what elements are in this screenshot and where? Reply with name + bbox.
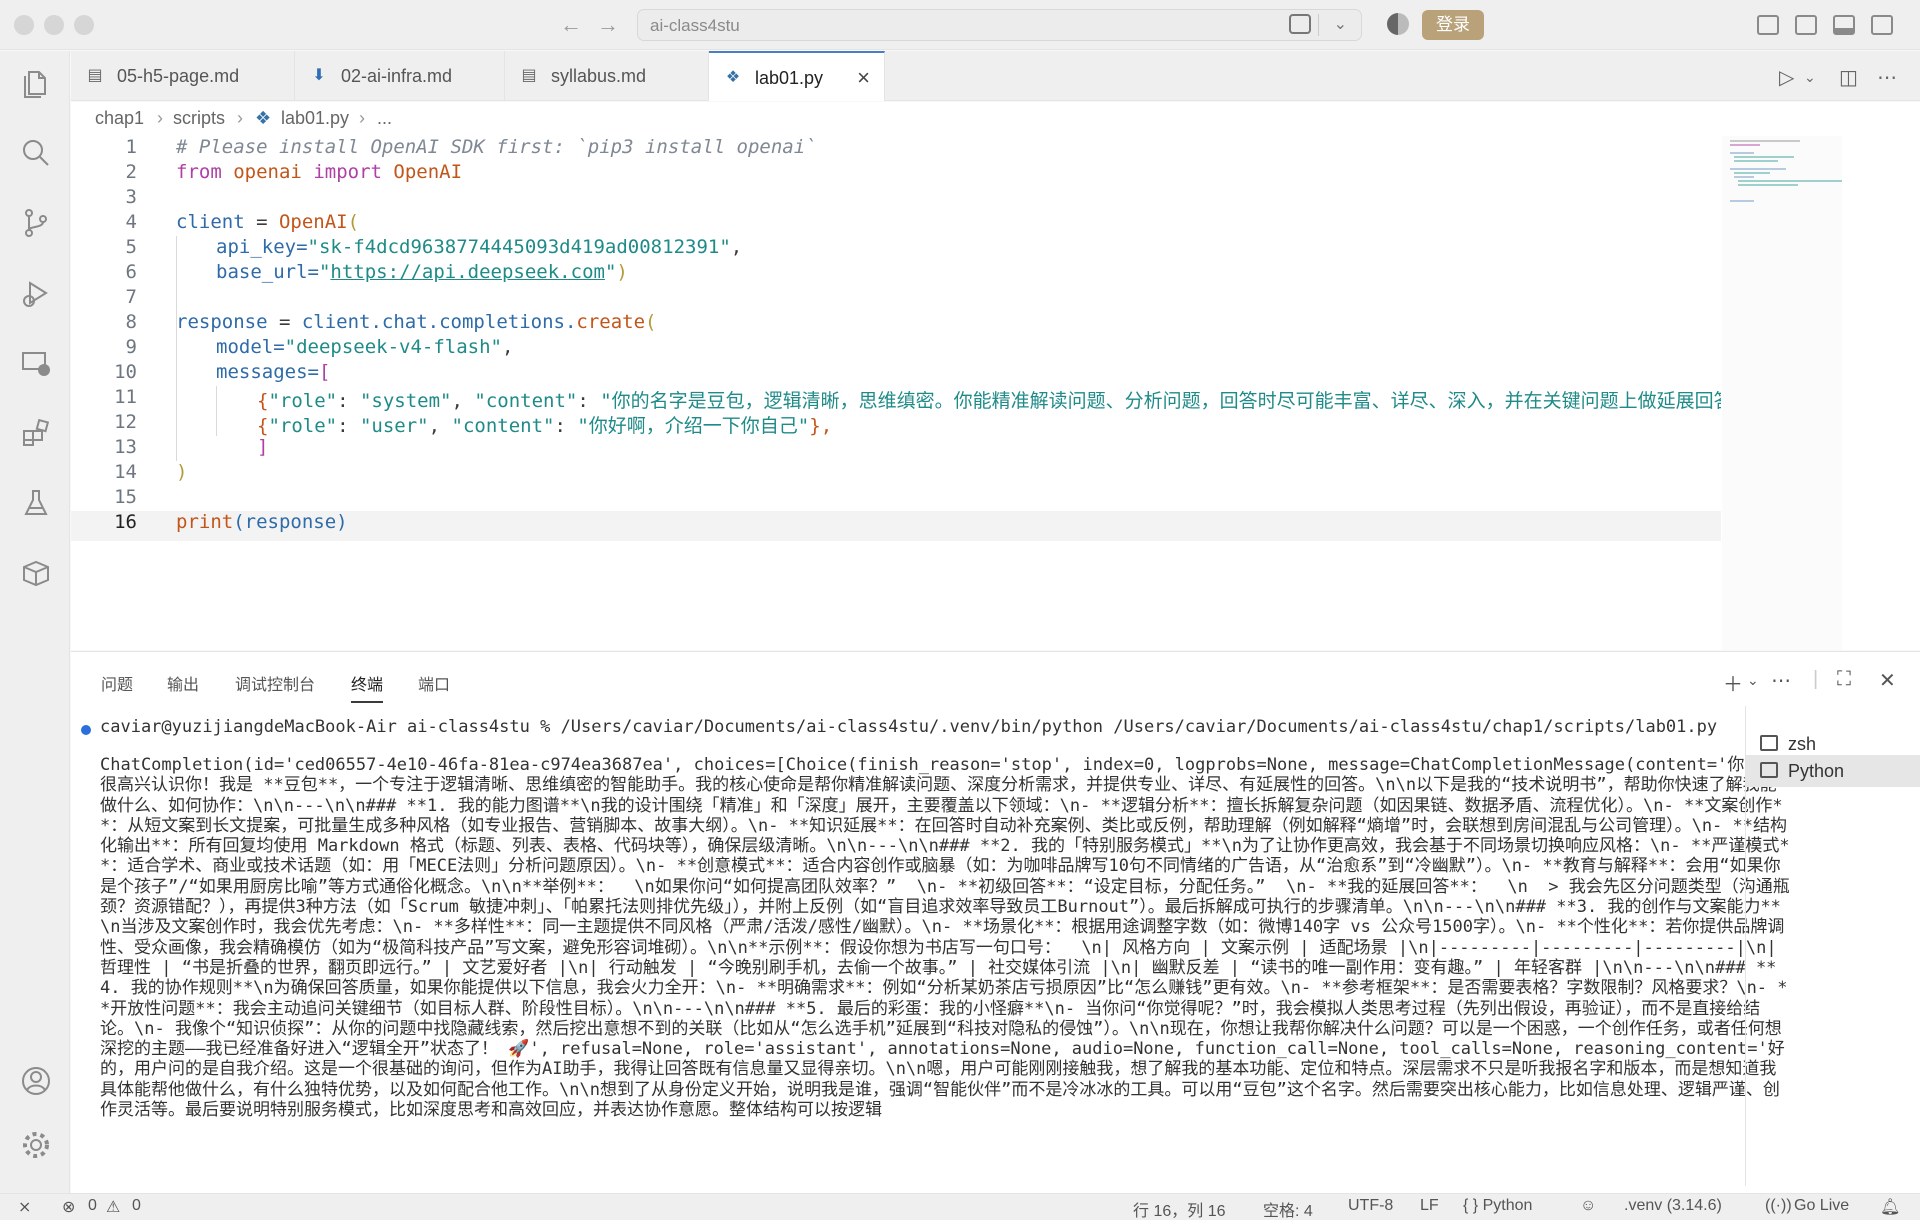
- chevron-down-icon[interactable]: ⌄: [1804, 69, 1816, 86]
- chevron-right-icon: ›: [157, 108, 163, 128]
- terminal-item-label: zsh: [1788, 734, 1817, 754]
- activity-bar: [0, 51, 70, 1193]
- language-mode[interactable]: { } Python: [1463, 1197, 1532, 1215]
- terminal-icon: [1760, 735, 1778, 751]
- end-of-line[interactable]: LF: [1420, 1197, 1439, 1215]
- breadcrumb: chap1 › scripts › ❖ lab01.py › ...: [71, 102, 1920, 136]
- indentation[interactable]: 空格: 4: [1263, 1197, 1313, 1220]
- indent-guide: [176, 236, 177, 461]
- close-tab-icon[interactable]: ×: [857, 53, 870, 103]
- terminal-output: ChatCompletion(id='ced06557-4e10-46fa-81…: [100, 755, 1790, 1121]
- toggle-sidebar-icon[interactable]: [1757, 15, 1779, 35]
- warning-icon[interactable]: ⚠: [106, 1197, 120, 1217]
- remote-explorer-icon[interactable]: [20, 347, 52, 379]
- chat-icon[interactable]: [1289, 14, 1311, 34]
- more-actions-icon[interactable]: ⋯: [1877, 65, 1897, 90]
- containers-icon[interactable]: [20, 557, 52, 589]
- toggle-secondary-sidebar-icon[interactable]: [1871, 15, 1893, 35]
- python-interpreter[interactable]: .venv (3.14.6): [1624, 1197, 1722, 1215]
- chevron-right-icon: ›: [237, 108, 243, 128]
- terminal-icon: [1760, 762, 1778, 778]
- search-icon[interactable]: [20, 137, 52, 169]
- extensions-icon[interactable]: [20, 417, 52, 449]
- warning-count[interactable]: 0: [132, 1197, 141, 1215]
- markdown-preview-icon: ▤: [521, 67, 537, 84]
- breadcrumb-lab01[interactable]: lab01.py: [281, 108, 349, 129]
- tab-label: lab01.py: [755, 68, 824, 88]
- minimize-window-button[interactable]: [44, 15, 64, 35]
- tab-02-ai-infra[interactable]: ⬇ 02-ai-infra.md: [295, 51, 505, 101]
- breadcrumb-symbols[interactable]: ...: [377, 108, 392, 129]
- run-python-icon[interactable]: ▷: [1779, 65, 1794, 90]
- status-bar: ⨯ ⊗ 0 ⚠ 0 行 16，列 16 空格: 4 UTF-8 LF { } P…: [0, 1193, 1920, 1220]
- url-link[interactable]: https://api.deepseek.com: [330, 261, 605, 283]
- tab-05-h5-page[interactable]: ▤ 05-h5-page.md: [71, 51, 295, 101]
- run-debug-icon[interactable]: [20, 277, 52, 309]
- error-icon[interactable]: ⊗: [62, 1197, 75, 1217]
- tab-ports[interactable]: 端口: [418, 671, 450, 695]
- explorer-icon[interactable]: [20, 67, 52, 99]
- code-line-current: 16 print(response): [71, 511, 1721, 541]
- terminal[interactable]: caviar@yuzijiangdeMacBook-Air ai-class4s…: [100, 712, 1790, 1187]
- terminal-item-label: Python: [1788, 761, 1845, 781]
- markdown-download-icon: ⬇: [312, 67, 326, 84]
- close-panel-icon[interactable]: ✕: [1879, 668, 1896, 693]
- tab-syllabus[interactable]: ▤ syllabus.md: [505, 51, 709, 101]
- forward-arrow-icon[interactable]: →: [597, 12, 619, 38]
- divider: |: [1813, 668, 1819, 690]
- command-center-text: ai-class4stu: [650, 16, 740, 35]
- command-status-dot-icon: [81, 725, 91, 735]
- chevron-right-icon: ›: [359, 108, 365, 128]
- tab-terminal[interactable]: 终端: [351, 671, 384, 703]
- terminal-command: caviar@yuzijiangdeMacBook-Air ai-class4s…: [100, 717, 1718, 737]
- command-center[interactable]: ai-class4stu ⌄: [637, 9, 1362, 41]
- back-arrow-icon[interactable]: ←: [560, 12, 582, 38]
- settings-gear-icon[interactable]: [20, 1129, 52, 1161]
- more-actions-icon[interactable]: ⋯: [1771, 668, 1791, 693]
- cursor-position[interactable]: 行 16，列 16: [1133, 1197, 1226, 1220]
- toggle-panel-icon[interactable]: [1833, 15, 1855, 35]
- chevron-down-icon[interactable]: ⌄: [1334, 14, 1347, 34]
- tab-label: syllabus.md: [551, 66, 647, 86]
- python-icon: ❖: [255, 108, 272, 128]
- chevron-down-icon[interactable]: ⌄: [1747, 672, 1759, 689]
- new-terminal-icon[interactable]: ＋: [1723, 668, 1743, 697]
- divider: [1318, 14, 1319, 36]
- copilot-icon[interactable]: [1387, 13, 1409, 35]
- error-count[interactable]: 0: [88, 1197, 97, 1215]
- split-editor-icon[interactable]: ◫: [1839, 65, 1858, 90]
- close-window-button[interactable]: [14, 15, 34, 35]
- source-control-icon[interactable]: [20, 207, 52, 239]
- tab-label: 05-h5-page.md: [117, 66, 240, 86]
- tab-label: 02-ai-infra.md: [341, 66, 453, 86]
- breadcrumb-scripts[interactable]: scripts: [173, 108, 225, 129]
- code-editor[interactable]: 1 # Please install OpenAI SDK first: `pip…: [71, 136, 1920, 650]
- bottom-panel: 问题 输出 调试控制台 终端 端口 ＋ ⌄ ⋯ | ⛶ ✕ caviar@yuz…: [71, 651, 1920, 1193]
- testing-flask-icon[interactable]: [20, 487, 52, 519]
- tab-problems[interactable]: 问题: [101, 671, 133, 695]
- remote-indicator-icon[interactable]: ⨯: [18, 1197, 31, 1217]
- account-icon[interactable]: [20, 1065, 52, 1097]
- go-live-button[interactable]: Go Live: [1794, 1197, 1849, 1215]
- markdown-preview-icon: ▤: [87, 67, 103, 84]
- customize-layout-icon[interactable]: [1795, 15, 1817, 35]
- indent-guide: [216, 386, 217, 436]
- editor-tab-bar: ▤ 05-h5-page.md ⬇ 02-ai-infra.md ▤ sylla…: [71, 51, 1920, 101]
- notifications-bell-icon[interactable]: 🔔︎: [1880, 1197, 1900, 1217]
- tab-debug-console[interactable]: 调试控制台: [235, 671, 315, 695]
- encoding[interactable]: UTF-8: [1348, 1197, 1393, 1215]
- python-icon: ❖: [725, 69, 741, 86]
- login-button[interactable]: 登录: [1422, 10, 1484, 40]
- maximize-panel-icon[interactable]: ⛶: [1837, 668, 1851, 691]
- breadcrumb-chap1[interactable]: chap1: [95, 108, 144, 129]
- copilot-status-icon[interactable]: ☺: [1580, 1197, 1596, 1215]
- maximize-window-button[interactable]: [74, 15, 94, 35]
- minimap[interactable]: [1722, 136, 1842, 650]
- title-bar: ← → ai-class4stu ⌄ 登录: [0, 0, 1920, 50]
- terminal-item-python[interactable]: Python: [1746, 755, 1920, 787]
- tab-lab01[interactable]: ❖ lab01.py ×: [709, 51, 885, 101]
- tab-output[interactable]: 输出: [167, 671, 199, 695]
- broadcast-icon: ((·)): [1765, 1197, 1792, 1214]
- terminal-list: zsh Python: [1745, 706, 1920, 1186]
